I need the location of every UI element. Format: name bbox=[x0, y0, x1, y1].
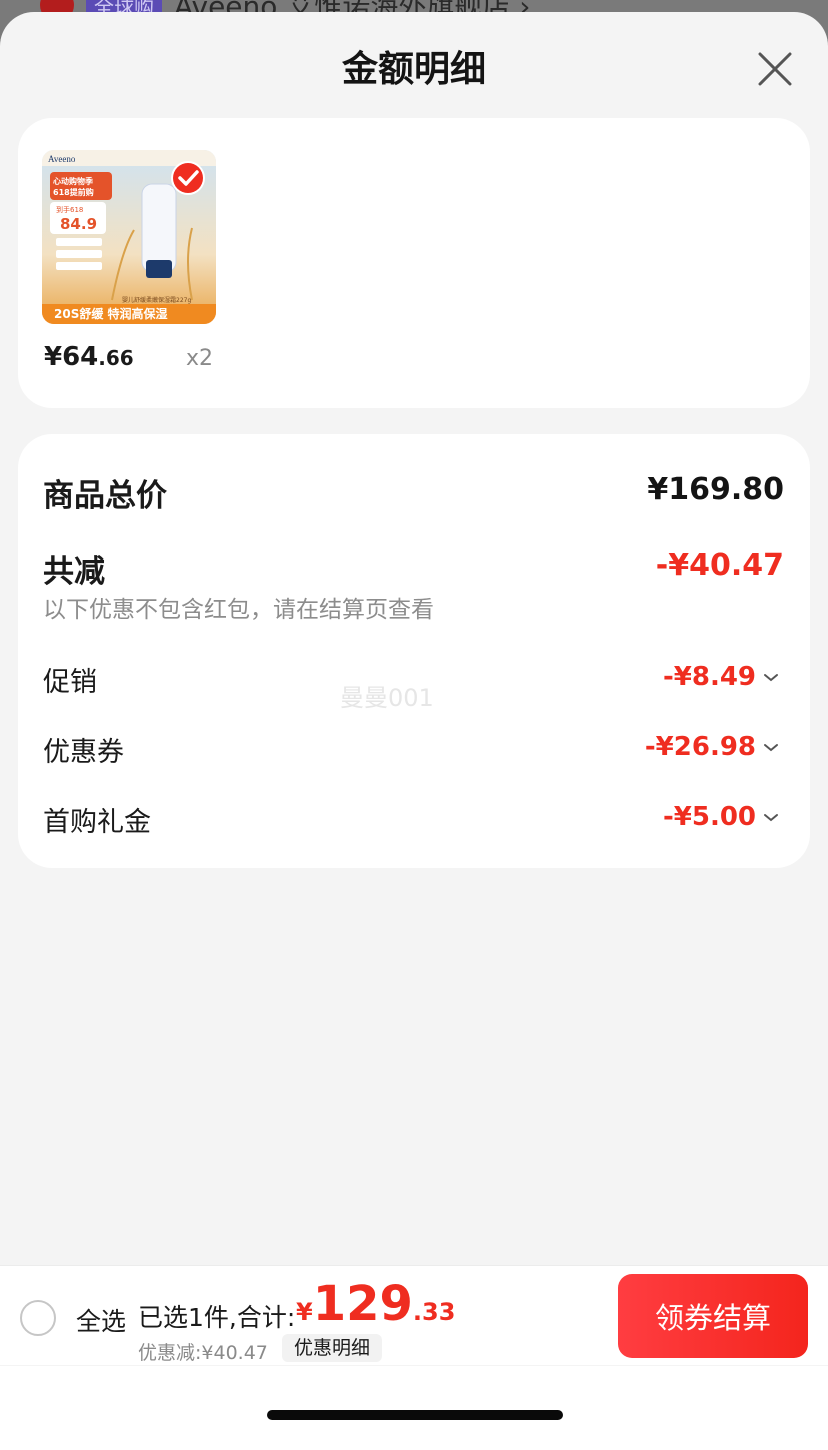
bottom-safe-area bbox=[0, 1366, 828, 1450]
discount-amount-note: 优惠减:¥40.47 bbox=[138, 1342, 268, 1364]
product-thumbnail[interactable]: Aveeno 心动购物季 618提前购 到手618 84.9 婴儿舒缓柔嫩保湿霜… bbox=[42, 150, 216, 324]
first-purchase-gift-label: 首购礼金 bbox=[43, 807, 151, 838]
discount-note: 以下优惠不包含红包，请在结算页查看 bbox=[43, 597, 434, 623]
chevron-down-icon bbox=[764, 744, 778, 752]
chevron-down-icon bbox=[764, 674, 778, 682]
checkout-button[interactable]: 领券结算 bbox=[618, 1274, 808, 1358]
home-indicator[interactable] bbox=[267, 1410, 563, 1420]
coupon-value: -¥26.98 bbox=[644, 732, 756, 762]
thumb-brand: Aveeno bbox=[48, 154, 76, 164]
product-image: Aveeno 心动购物季 618提前购 到手618 84.9 婴儿舒缓柔嫩保湿霜… bbox=[42, 150, 216, 324]
total-amount: ¥129.33 bbox=[296, 1276, 455, 1332]
chevron-down-icon bbox=[764, 814, 778, 822]
thumb-promo2: 618提前购 bbox=[53, 187, 94, 197]
product-price-dec: .66 bbox=[98, 346, 134, 370]
product-quantity: x2 bbox=[186, 346, 214, 371]
product-card: Aveeno 心动购物季 618提前购 到手618 84.9 婴儿舒缓柔嫩保湿霜… bbox=[18, 118, 810, 408]
checkout-bar: 全选 已选1件,合计: ¥129.33 优惠减:¥40.47 优惠明细 领券结算 bbox=[0, 1265, 828, 1365]
total-reduction-label: 共减 bbox=[43, 554, 105, 590]
total-reduction-value: -¥40.47 bbox=[655, 548, 784, 583]
discount-detail-button[interactable]: 优惠明细 bbox=[282, 1334, 383, 1362]
thumb-product-line: 婴儿舒缓柔嫩保湿霜227g bbox=[122, 296, 191, 304]
thumb-banner: 20S舒缓 特润高保湿 bbox=[54, 306, 168, 321]
total-int: 129 bbox=[312, 1276, 413, 1332]
goods-total-label: 商品总价 bbox=[43, 478, 167, 514]
sheet-title: 金额明细 bbox=[341, 49, 486, 90]
selected-count-text: 已选1件,合计: bbox=[138, 1303, 296, 1332]
close-icon bbox=[758, 52, 792, 86]
coupon-label: 优惠券 bbox=[43, 737, 124, 768]
first-purchase-gift-value: -¥5.00 bbox=[662, 802, 756, 832]
amount-detail-sheet: 金额明细 Aveeno 心动购物季 618提前购 到手618 84.9 婴儿舒缓… bbox=[0, 12, 828, 1450]
goods-total-value: ¥169.80 bbox=[647, 472, 784, 507]
thumb-price: 84.9 bbox=[60, 215, 97, 233]
thumb-price-label: 到手618 bbox=[56, 205, 83, 214]
price-summary-card: 商品总价 ¥169.80 共减 -¥40.47 以下优惠不包含红包，请在结算页查… bbox=[18, 434, 810, 868]
close-button[interactable] bbox=[752, 46, 798, 92]
product-price-int: ¥64 bbox=[44, 342, 99, 372]
coupon-row[interactable]: -¥26.98 bbox=[645, 732, 780, 762]
promotion-label: 促销 bbox=[43, 667, 97, 698]
watermark: 曼曼001 bbox=[340, 684, 434, 712]
first-purchase-gift-row[interactable]: -¥5.00 bbox=[663, 802, 780, 832]
promotion-value: -¥8.49 bbox=[662, 662, 756, 692]
promotion-row[interactable]: -¥8.49 bbox=[663, 662, 780, 692]
product-price: ¥64.66 bbox=[44, 342, 134, 372]
select-all-radio[interactable] bbox=[20, 1300, 56, 1336]
total-currency: ¥ bbox=[296, 1298, 313, 1326]
select-all-label[interactable]: 全选 bbox=[76, 1302, 126, 1338]
thumb-promo: 心动购物季 bbox=[53, 176, 94, 186]
total-dec: .33 bbox=[412, 1298, 456, 1326]
